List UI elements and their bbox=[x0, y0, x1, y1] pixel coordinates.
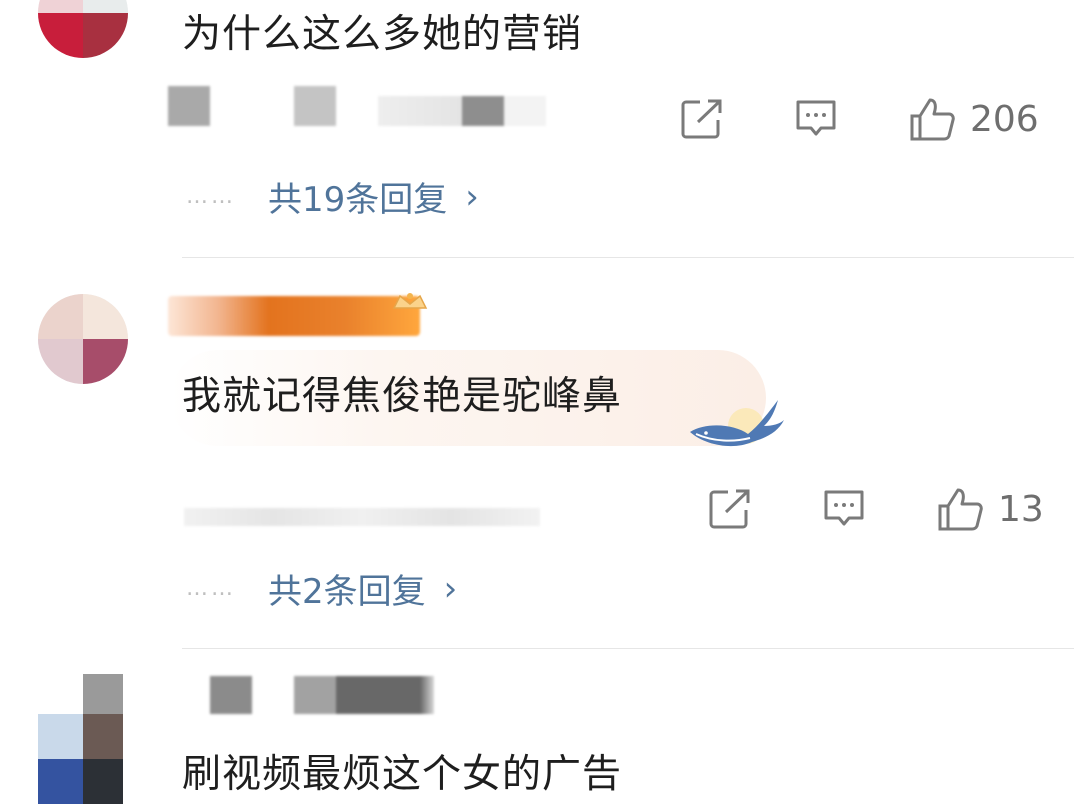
comment-meta-blurred bbox=[168, 86, 210, 126]
username-blurred[interactable] bbox=[210, 676, 252, 714]
avatar[interactable] bbox=[38, 0, 128, 58]
divider bbox=[182, 257, 1074, 258]
comment-text: 为什么这么多她的营销 bbox=[182, 12, 583, 57]
like-icon bbox=[938, 488, 983, 531]
replies-dots: …… bbox=[186, 576, 236, 601]
comment-meta-blurred bbox=[378, 96, 546, 126]
like-button[interactable]: 13 bbox=[936, 486, 1044, 532]
comment-button[interactable] bbox=[822, 488, 866, 530]
comment-icon bbox=[796, 100, 836, 136]
comment-meta-blurred bbox=[184, 508, 540, 526]
view-replies-link[interactable]: …… 共2条回复 › bbox=[186, 564, 457, 613]
replies-label: 共19条回复 bbox=[268, 180, 448, 220]
comment-meta-blurred bbox=[294, 86, 336, 126]
like-button[interactable]: 206 bbox=[908, 96, 1039, 142]
share-button[interactable] bbox=[708, 488, 752, 530]
share-button[interactable] bbox=[680, 98, 724, 140]
comment-text: 刷视频最烦这个女的广告 bbox=[182, 752, 623, 797]
avatar[interactable] bbox=[38, 294, 128, 384]
like-count: 206 bbox=[970, 98, 1039, 140]
comment-button[interactable] bbox=[794, 98, 838, 140]
comment-text: 我就记得焦俊艳是驼峰鼻 bbox=[182, 374, 623, 419]
divider bbox=[182, 648, 1074, 649]
comment-actions: 13 bbox=[708, 486, 1044, 532]
comment-actions: 206 bbox=[680, 96, 1039, 142]
replies-label: 共2条回复 bbox=[268, 572, 426, 612]
username-blurred[interactable] bbox=[294, 676, 434, 714]
whale-decoration-icon bbox=[690, 400, 784, 447]
like-icon bbox=[910, 98, 955, 141]
chevron-right-icon: › bbox=[465, 176, 479, 217]
avatar[interactable] bbox=[38, 674, 128, 804]
crown-badge-icon bbox=[392, 293, 428, 309]
share-icon bbox=[709, 489, 750, 529]
replies-dots: …… bbox=[186, 184, 236, 209]
like-count: 13 bbox=[998, 488, 1044, 530]
comment-icon bbox=[824, 490, 864, 526]
username-blurred[interactable] bbox=[168, 296, 420, 336]
share-icon bbox=[681, 99, 722, 139]
view-replies-link[interactable]: …… 共19条回复 › bbox=[186, 172, 479, 221]
chevron-right-icon: › bbox=[443, 568, 458, 609]
